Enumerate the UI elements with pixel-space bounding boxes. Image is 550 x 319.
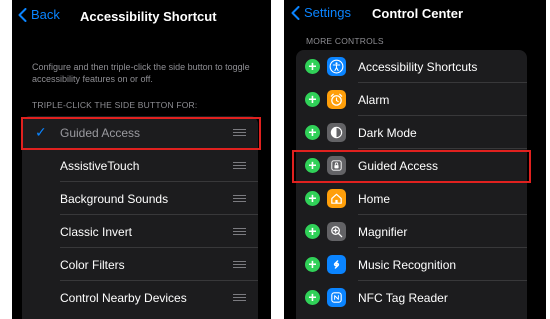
add-control-button[interactable]: + — [305, 224, 320, 239]
home-icon — [327, 189, 346, 208]
chevron-left-icon — [291, 5, 300, 20]
accessibility-shortcut-screen: Back Accessibility Shortcut Configure an… — [12, 0, 271, 319]
control-center-screen: Settings Control Center MORE CONTROLS + … — [284, 0, 546, 319]
list-item-assistivetouch[interactable]: AssistiveTouch — [22, 149, 258, 182]
list-item-label: Dark Mode — [358, 126, 417, 140]
add-control-button[interactable]: + — [305, 290, 320, 305]
list-item-nfc-tag-reader: + NFC Tag Reader — [296, 281, 527, 314]
section-header: TRIPLE-CLICK THE SIDE BUTTON FOR: — [32, 100, 198, 110]
page-title: Accessibility Shortcut — [80, 9, 217, 24]
add-control-button[interactable]: + — [305, 92, 320, 107]
back-button-label: Settings — [304, 5, 351, 20]
list-item-label: Music Recognition — [358, 258, 457, 272]
checkmark-icon: ✓ — [35, 124, 47, 140]
add-control-button[interactable]: + — [305, 191, 320, 206]
list-item-label: Guided Access — [60, 126, 141, 140]
list-item-label: NFC Tag Reader — [358, 291, 448, 305]
back-button[interactable]: Settings — [291, 5, 351, 20]
reorder-handle-icon[interactable] — [233, 129, 246, 136]
shortcut-list: ✓ Guided Access AssistiveTouch Backgroun… — [22, 116, 258, 319]
list-item-classic-invert[interactable]: Classic Invert — [22, 215, 258, 248]
accessibility-icon — [327, 57, 346, 76]
dark-mode-icon — [327, 123, 346, 142]
list-item-label: Color Filters — [60, 258, 125, 272]
alarm-clock-icon — [327, 90, 346, 109]
list-item-home: + Home — [296, 182, 527, 215]
navigation-bar: Back Accessibility Shortcut — [12, 0, 271, 34]
instruction-text: Configure and then triple-click the side… — [32, 62, 250, 84]
list-item-label: Classic Invert — [60, 225, 133, 239]
add-control-button[interactable]: + — [305, 257, 320, 272]
nfc-icon — [327, 288, 346, 307]
list-item-label: Alarm — [358, 93, 390, 107]
list-item-dark-mode: + Dark Mode — [296, 116, 527, 149]
chevron-left-icon — [18, 7, 27, 22]
list-item-label: Background Sounds — [60, 192, 169, 206]
shazam-icon — [327, 255, 346, 274]
list-item-label: Accessibility Shortcuts — [358, 60, 478, 74]
reorder-handle-icon[interactable] — [233, 162, 246, 169]
add-control-button[interactable]: + — [305, 158, 320, 173]
reorder-handle-icon[interactable] — [233, 228, 246, 235]
reorder-handle-icon[interactable] — [233, 195, 246, 202]
back-button-label: Back — [31, 7, 60, 22]
list-item-guided-access: + Guided Access — [296, 149, 527, 182]
list-item-color-filters[interactable]: Color Filters — [22, 248, 258, 281]
section-header: MORE CONTROLS — [306, 36, 384, 46]
list-item-label: Guided Access — [358, 159, 439, 173]
back-button[interactable]: Back — [18, 7, 60, 22]
add-control-button[interactable]: + — [305, 59, 320, 74]
reorder-handle-icon[interactable] — [233, 261, 246, 268]
reorder-handle-icon[interactable] — [233, 294, 246, 301]
navigation-bar: Settings Control Center — [284, 0, 546, 34]
list-item-accessibility-shortcuts: + Accessibility Shortcuts — [296, 50, 527, 83]
more-controls-list: + Accessibility Shortcuts + Alarm + Dark… — [296, 50, 527, 319]
list-item-label: Home — [358, 192, 391, 206]
list-item-label: Control Nearby Devices — [60, 291, 187, 305]
list-item-alarm: + Alarm — [296, 83, 527, 116]
list-item-magnifier: + Magnifier — [296, 215, 527, 248]
magnifier-icon — [327, 222, 346, 241]
page-title: Control Center — [372, 6, 463, 21]
list-item-background-sounds[interactable]: Background Sounds — [22, 182, 258, 215]
lock-icon — [327, 156, 346, 175]
list-item-label: Magnifier — [358, 225, 408, 239]
list-item-guided-access[interactable]: ✓ Guided Access — [22, 116, 258, 149]
list-item-control-nearby-devices[interactable]: Control Nearby Devices — [22, 281, 258, 314]
add-control-button[interactable]: + — [305, 125, 320, 140]
list-item-label: AssistiveTouch — [60, 159, 140, 173]
list-item-music-recognition: + Music Recognition — [296, 248, 527, 281]
